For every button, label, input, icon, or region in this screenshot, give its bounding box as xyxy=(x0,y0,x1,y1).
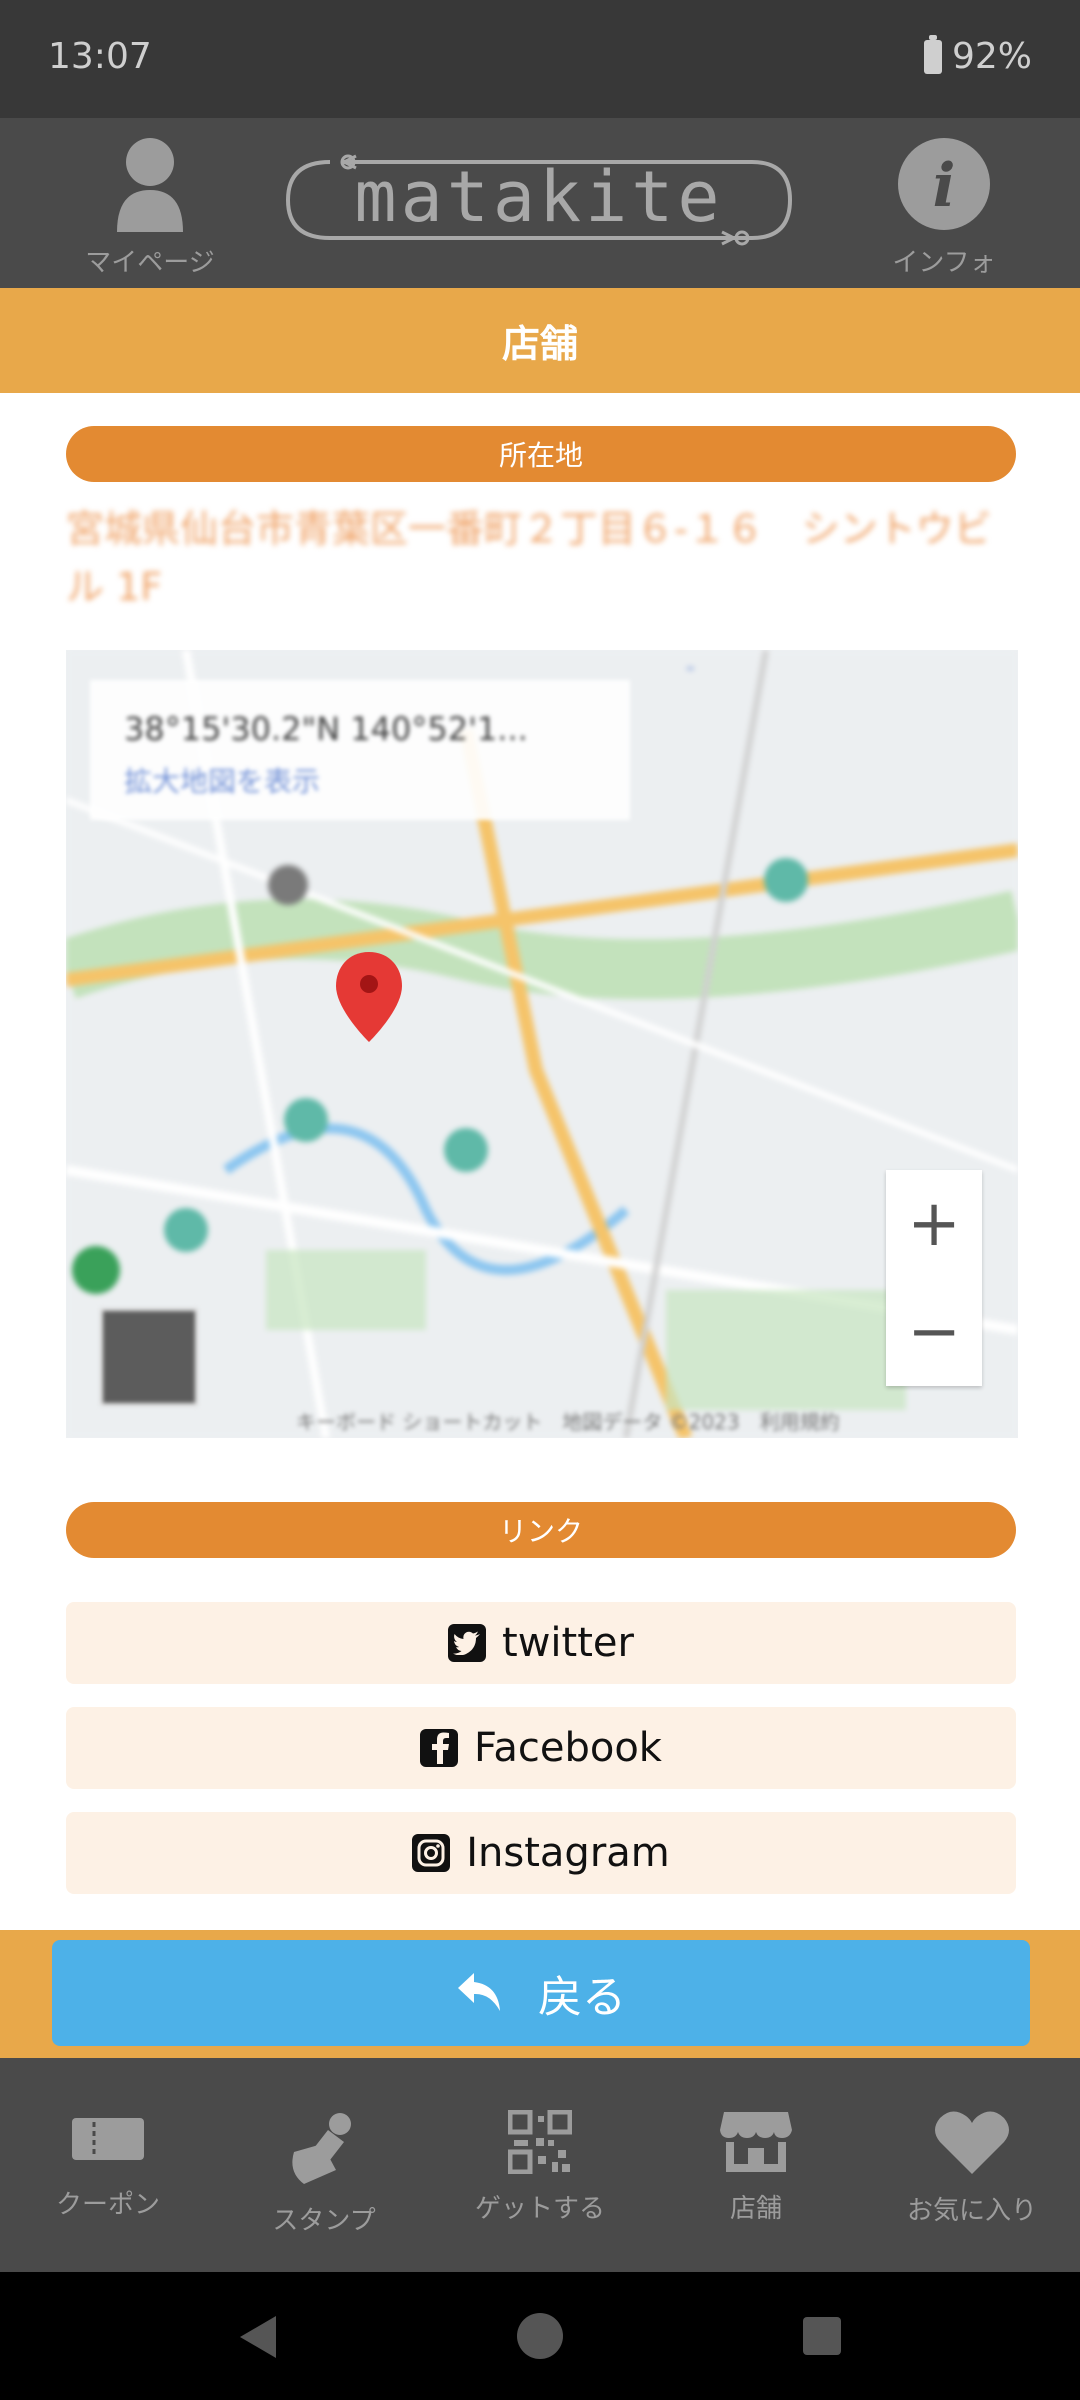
nav-label-store: 店舗 xyxy=(729,2194,782,2224)
back-label: 戻る xyxy=(538,1972,626,2023)
info-icon: i xyxy=(898,138,990,230)
instagram-link-label: Instagram xyxy=(466,1830,670,1876)
nav-label-get: ゲットする xyxy=(474,2194,605,2224)
svg-text:i: i xyxy=(933,151,956,221)
qr-code-icon xyxy=(507,2109,573,2175)
links-section-header: リンク xyxy=(66,1502,1016,1558)
mypage-label: マイページ xyxy=(85,248,215,278)
status-bar: 13:07 92% xyxy=(0,0,1080,118)
reply-arrow-icon xyxy=(458,1973,500,2011)
battery-percent: 92% xyxy=(951,36,1032,77)
heart-icon xyxy=(935,2111,1009,2174)
twitter-link-button[interactable]: twitter xyxy=(66,1602,1016,1684)
instagram-icon xyxy=(412,1834,451,1872)
coupon-icon xyxy=(72,2118,144,2160)
info-button[interactable]: i インフォ xyxy=(864,136,1024,279)
view-larger-map-link[interactable]: 拡大地図を表示 xyxy=(124,760,320,800)
mypage-button[interactable]: マイページ xyxy=(70,136,230,279)
nav-item-stamp[interactable]: スタンプ xyxy=(224,2110,424,2237)
street-view-thumbnail[interactable] xyxy=(100,1308,198,1406)
info-label: インフォ xyxy=(892,248,996,278)
nav-label-stamp: スタンプ xyxy=(272,2206,376,2236)
status-time: 13:07 xyxy=(48,36,152,77)
store-icon xyxy=(720,2112,792,2172)
instagram-link-button[interactable]: Instagram xyxy=(66,1812,1016,1894)
back-button[interactable]: 戻る xyxy=(52,1940,1030,2046)
system-recents-icon[interactable] xyxy=(802,2316,842,2356)
map-info-card: 38°15'30.2"N 140°52'1... 拡大地図を表示 xyxy=(90,680,630,820)
page-title: 店舗 xyxy=(0,288,1080,393)
system-back-icon[interactable] xyxy=(236,2314,280,2360)
back-bar: 戻る xyxy=(0,1930,1080,2058)
store-address: 宮城県仙台市青葉区一番町２丁目６-１６ シントウビル 1F xyxy=(66,507,992,609)
facebook-icon xyxy=(420,1729,459,1767)
nav-label-coupon: クーポン xyxy=(55,2190,160,2220)
nav-label-favorites: お気に入り xyxy=(906,2196,1037,2226)
facebook-link-button[interactable]: Facebook xyxy=(66,1707,1016,1789)
map-zoom-controls: + − xyxy=(886,1170,982,1386)
app-logo: matakite xyxy=(282,152,796,248)
map-attribution: キーボード ショートカット 地図データ ©2023 利用規約 xyxy=(296,1410,840,1434)
svg-text:-: - xyxy=(686,653,695,681)
nav-item-get[interactable]: ゲットする xyxy=(440,2109,640,2225)
user-icon xyxy=(117,138,183,232)
twitter-icon xyxy=(448,1624,487,1662)
logo-text: matakite xyxy=(354,156,724,238)
zoom-in-button[interactable]: + xyxy=(886,1170,982,1278)
facebook-link-label: Facebook xyxy=(474,1725,662,1771)
map-coordinates: 38°15'30.2"N 140°52'1... xyxy=(124,710,528,748)
nav-item-coupon[interactable]: クーポン xyxy=(8,2110,208,2221)
system-navigation-bar xyxy=(0,2272,1080,2400)
app-header: マイページ matakite i インフォ xyxy=(0,118,1080,288)
nav-item-favorites[interactable]: お気に入り xyxy=(872,2110,1072,2227)
store-map[interactable]: - 38°15'30.2"N 140°52'1... 拡大地図を表示 + − キ… xyxy=(66,650,1018,1438)
status-battery: 92% xyxy=(923,34,1032,77)
system-home-icon[interactable] xyxy=(516,2312,564,2360)
nav-item-store[interactable]: 店舗 xyxy=(656,2110,856,2225)
twitter-link-label: twitter xyxy=(502,1620,634,1666)
battery-icon xyxy=(923,34,942,74)
zoom-out-button[interactable]: − xyxy=(886,1278,982,1386)
location-section-header: 所在地 xyxy=(66,426,1016,482)
stamp-icon xyxy=(292,2113,351,2184)
bottom-navigation: クーポン スタンプ ゲットする 店舗 お気に入り xyxy=(0,2058,1080,2272)
map-pin-icon xyxy=(336,952,402,1042)
